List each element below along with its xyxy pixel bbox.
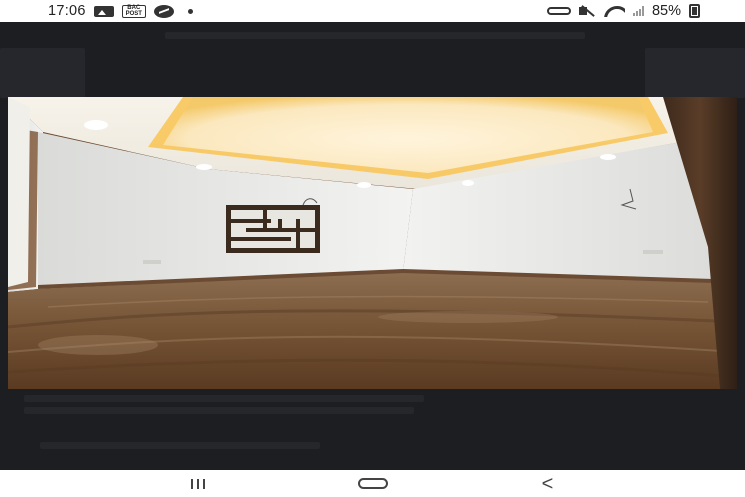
status-bar: 17:06 BAC POST 85%	[0, 0, 745, 22]
messenger-icon	[153, 4, 174, 18]
room-photo[interactable]	[8, 97, 737, 389]
system-navigation-bar: <	[0, 470, 745, 497]
notification-dot-icon	[187, 8, 193, 14]
status-left: 17:06 BAC POST	[48, 3, 193, 19]
back-button[interactable]: <	[528, 473, 568, 495]
home-icon	[357, 478, 388, 489]
battery-percent: 85%	[651, 3, 681, 19]
background-card	[0, 48, 85, 98]
bac-icon: BAC POST	[121, 4, 146, 18]
link-icon	[546, 7, 571, 15]
home-button[interactable]	[353, 473, 393, 495]
background-text-line	[40, 442, 320, 449]
room-photo-illustration	[8, 97, 737, 389]
signal-icon	[632, 6, 644, 16]
status-right: 85%	[546, 3, 700, 19]
gallery-icon	[93, 5, 114, 17]
recents-icon	[190, 478, 205, 489]
background-card	[645, 48, 745, 98]
wifi-icon	[603, 5, 625, 17]
back-icon: <	[541, 472, 554, 495]
battery-icon	[689, 4, 700, 18]
mute-icon	[578, 5, 595, 17]
background-text-line	[24, 407, 414, 414]
recents-button[interactable]	[178, 473, 218, 495]
background-text-line	[165, 32, 585, 39]
status-time: 17:06	[48, 3, 86, 19]
background-text-line	[24, 395, 424, 402]
